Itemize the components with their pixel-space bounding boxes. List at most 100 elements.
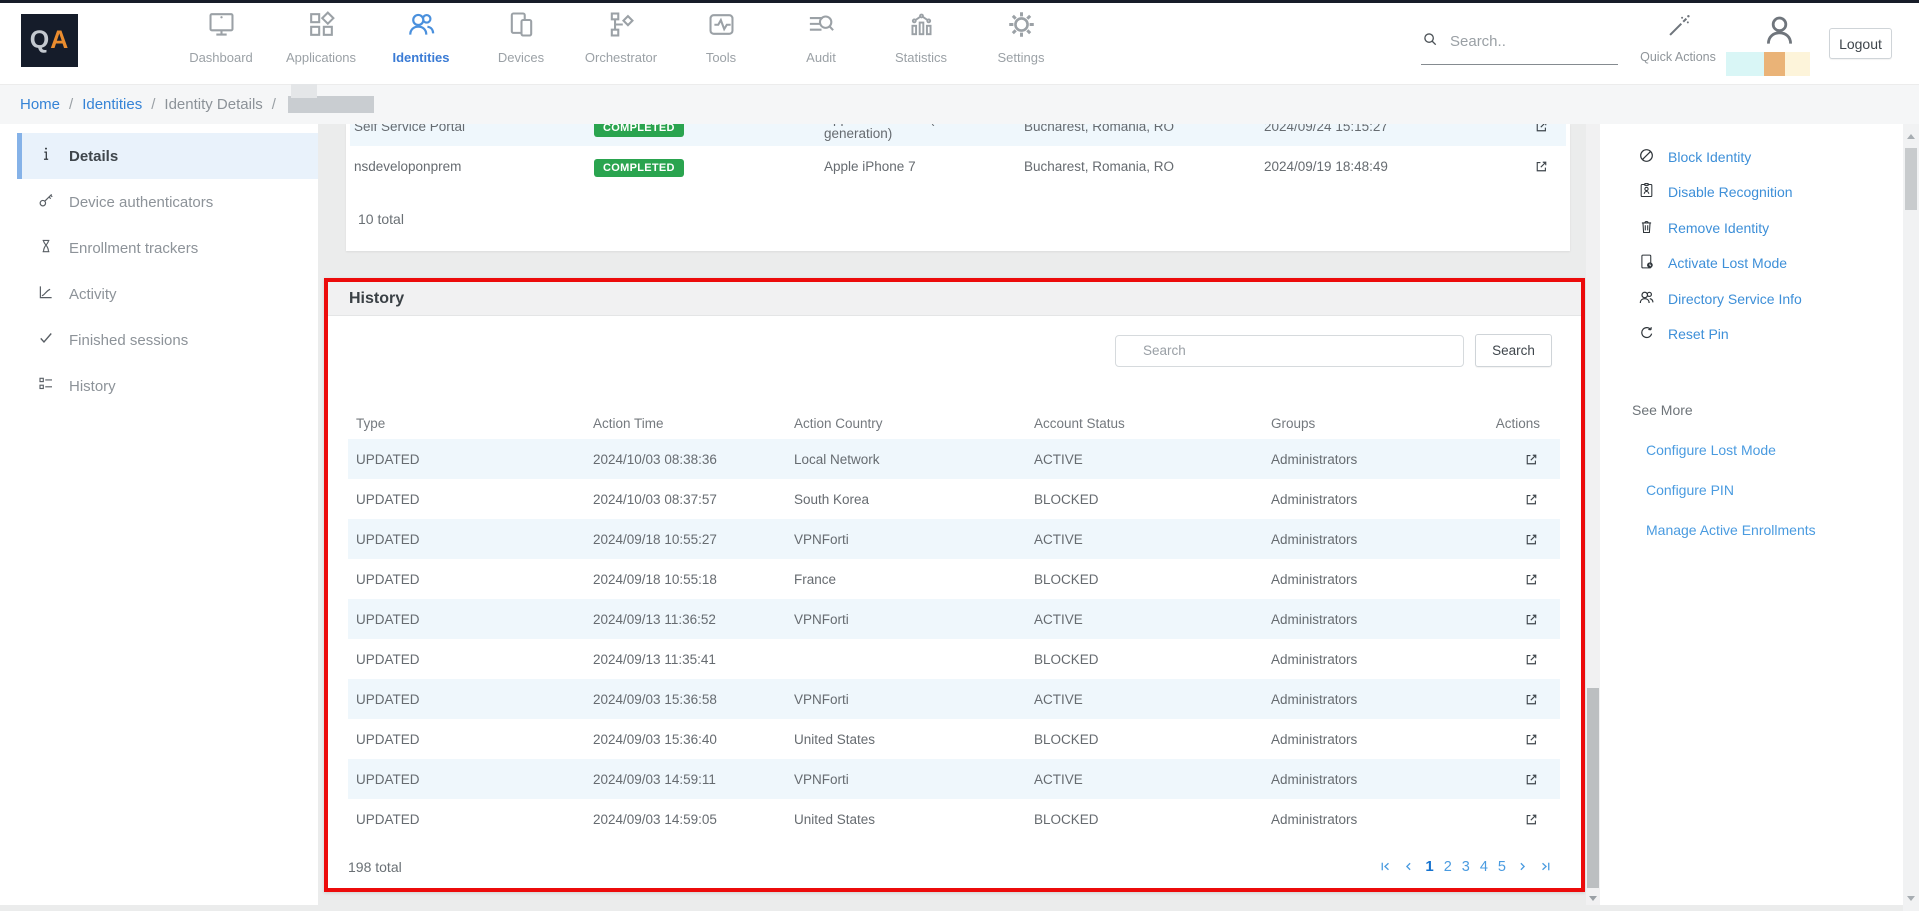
sidebar-item-activity[interactable]: Activity bbox=[17, 271, 318, 317]
nav-item-tools[interactable]: Tools bbox=[666, 9, 776, 65]
link-configure-pin[interactable]: Configure PIN bbox=[1646, 482, 1903, 498]
open-entry-icon[interactable] bbox=[1523, 651, 1552, 668]
open-entry-icon[interactable] bbox=[1523, 531, 1552, 548]
history-card-header: History bbox=[328, 282, 1581, 316]
breadcrumb-link-identities[interactable]: Identities bbox=[82, 96, 142, 113]
last-page-icon[interactable] bbox=[1539, 860, 1552, 873]
cell-type: UPDATED bbox=[356, 452, 593, 467]
column-header-action-time: Action Time bbox=[593, 416, 794, 431]
hourglass-icon bbox=[37, 237, 55, 259]
page-number-3[interactable]: 3 bbox=[1462, 859, 1470, 875]
first-page-icon[interactable] bbox=[1379, 860, 1392, 873]
action-label: Activate Lost Mode bbox=[1668, 255, 1787, 271]
column-header-groups: Groups bbox=[1271, 416, 1488, 431]
page-number-4[interactable]: 4 bbox=[1480, 859, 1488, 875]
nav-item-identities[interactable]: Identities bbox=[366, 9, 476, 65]
sidebar-item-enrollment-trackers[interactable]: Enrollment trackers bbox=[17, 225, 318, 271]
key-icon bbox=[37, 191, 55, 213]
page-number-1[interactable]: 1 bbox=[1425, 858, 1433, 875]
table-row: UPDATED 2024/09/03 14:59:05 United State… bbox=[348, 799, 1560, 839]
session-device: Apple iPhone SE (3rd generation) bbox=[824, 124, 1024, 141]
session-device: Apple iPhone 7 bbox=[824, 159, 1024, 174]
table-row: UPDATED 2024/09/18 10:55:18 France BLOCK… bbox=[348, 559, 1560, 599]
logo-letter-q: Q bbox=[30, 26, 50, 55]
table-row: UPDATED 2024/09/18 10:55:27 VPNForti ACT… bbox=[348, 519, 1560, 559]
open-entry-icon[interactable] bbox=[1523, 731, 1552, 748]
link-manage-active-enrollments[interactable]: Manage Active Enrollments bbox=[1646, 522, 1903, 538]
logout-button[interactable]: Logout bbox=[1829, 28, 1892, 59]
status-badge: COMPLETED bbox=[594, 159, 684, 177]
action-remove-identity[interactable]: Remove Identity bbox=[1638, 210, 1903, 246]
cell-action-country: United States bbox=[794, 732, 1034, 747]
action-reset-pin[interactable]: Reset Pin bbox=[1638, 317, 1903, 353]
action-label: Remove Identity bbox=[1668, 220, 1769, 236]
cell-action-time: 2024/09/18 10:55:18 bbox=[593, 572, 794, 587]
open-entry-icon[interactable] bbox=[1523, 811, 1552, 828]
open-entry-icon[interactable] bbox=[1523, 491, 1552, 508]
open-entry-icon[interactable] bbox=[1523, 771, 1552, 788]
cell-account-status: BLOCKED bbox=[1034, 572, 1271, 587]
settings-icon bbox=[1006, 27, 1037, 44]
sidebar-item-finished-sessions[interactable]: Finished sessions bbox=[17, 317, 318, 363]
cell-groups: Administrators bbox=[1271, 452, 1488, 467]
link-configure-lost-mode[interactable]: Configure Lost Mode bbox=[1646, 442, 1903, 458]
open-entry-icon[interactable] bbox=[1523, 451, 1552, 468]
nav-item-statistics[interactable]: Statistics bbox=[866, 9, 976, 65]
scroll-down-arrow-icon[interactable] bbox=[1589, 896, 1597, 901]
action-disable-recognition[interactable]: Disable Recognition bbox=[1638, 175, 1903, 211]
page-scrollbar-thumb[interactable] bbox=[1905, 148, 1917, 210]
action-label: Disable Recognition bbox=[1668, 184, 1793, 200]
global-search bbox=[1421, 30, 1618, 65]
action-directory-service-info[interactable]: Directory Service Info bbox=[1638, 281, 1903, 317]
scroll-up-arrow-icon[interactable] bbox=[1907, 134, 1915, 139]
nav-item-orchestrator[interactable]: Orchestrator bbox=[566, 9, 676, 65]
nav-item-applications[interactable]: Applications bbox=[266, 9, 376, 65]
open-entry-icon[interactable] bbox=[1523, 571, 1552, 588]
sidebar-item-history[interactable]: History bbox=[17, 363, 318, 409]
action-activate-lost-mode[interactable]: Activate Lost Mode bbox=[1638, 246, 1903, 282]
history-search-input[interactable] bbox=[1115, 335, 1464, 367]
cell-action-country: Local Network bbox=[794, 452, 1034, 467]
sidebar-item-label: Enrollment trackers bbox=[69, 240, 198, 257]
open-session-icon[interactable] bbox=[1533, 158, 1562, 175]
content-scrollbar-thumb[interactable] bbox=[1587, 688, 1599, 888]
cell-action-time: 2024/09/13 11:35:41 bbox=[593, 652, 794, 667]
column-header-actions: Actions bbox=[1496, 416, 1552, 431]
cell-type: UPDATED bbox=[356, 492, 593, 507]
nav-label: Identities bbox=[366, 50, 476, 65]
redacted-identity-name bbox=[288, 96, 374, 113]
nav-item-devices[interactable]: Devices bbox=[466, 9, 576, 65]
cell-action-time: 2024/09/03 14:59:11 bbox=[593, 772, 794, 787]
nav-label: Devices bbox=[466, 50, 576, 65]
redaction-block bbox=[1764, 52, 1785, 76]
cell-action-country: United States bbox=[794, 812, 1034, 827]
sidebar-item-details[interactable]: Details bbox=[17, 133, 318, 179]
page-number-2[interactable]: 2 bbox=[1444, 859, 1452, 875]
scroll-down-arrow-icon[interactable] bbox=[1907, 896, 1915, 901]
redaction-block bbox=[1785, 52, 1810, 76]
history-search-button[interactable]: Search bbox=[1475, 334, 1552, 367]
action-block-identity[interactable]: Block Identity bbox=[1638, 139, 1903, 175]
global-search-input[interactable] bbox=[1450, 33, 1600, 50]
open-entry-icon[interactable] bbox=[1523, 691, 1552, 708]
redaction-block bbox=[1726, 52, 1764, 76]
nav-item-audit[interactable]: Audit bbox=[766, 9, 876, 65]
cell-action-time: 2024/09/03 14:59:05 bbox=[593, 812, 794, 827]
open-session-icon[interactable] bbox=[1533, 124, 1562, 135]
sidebar-item-device-authenticators[interactable]: Device authenticators bbox=[17, 179, 318, 225]
open-entry-icon[interactable] bbox=[1523, 611, 1552, 628]
trash-icon bbox=[1638, 218, 1655, 238]
cell-type: UPDATED bbox=[356, 612, 593, 627]
user-avatar[interactable] bbox=[1757, 12, 1801, 52]
quick-actions-button[interactable]: Quick Actions bbox=[1629, 13, 1727, 64]
page-number-5[interactable]: 5 bbox=[1498, 859, 1506, 875]
nav-item-dashboard[interactable]: Dashboard bbox=[166, 9, 276, 65]
breadcrumb-link-home[interactable]: Home bbox=[20, 96, 60, 113]
previous-page-icon[interactable] bbox=[1402, 860, 1415, 873]
next-page-icon[interactable] bbox=[1516, 860, 1529, 873]
app-logo[interactable]: Q A bbox=[21, 14, 78, 67]
orchestrator-icon bbox=[606, 27, 637, 44]
history-table-header: Type Action Time Action Country Account … bbox=[348, 407, 1560, 439]
nav-item-settings[interactable]: Settings bbox=[966, 9, 1076, 65]
nav-label: Applications bbox=[266, 50, 376, 65]
